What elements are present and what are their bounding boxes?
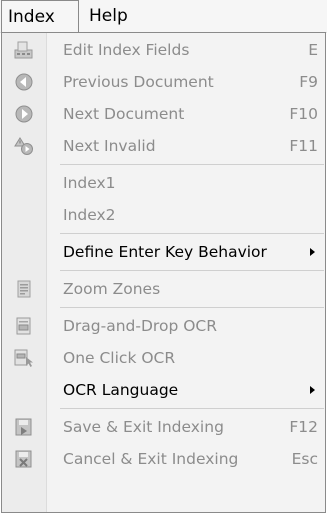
one-click-ocr-icon (14, 349, 34, 367)
menu-item-drag-and-drop-ocr[interactable]: Drag-and-Drop OCR (2, 310, 325, 342)
cancel-exit-icon (14, 450, 34, 468)
drag-drop-ocr-icon (14, 317, 34, 335)
menu-item-label: Next Invalid (63, 137, 156, 155)
zoom-zones-icon (14, 280, 34, 298)
menu-item-save-exit-indexing[interactable]: Save & Exit Indexing F12 (2, 411, 325, 443)
menu-item-label: Drag-and-Drop OCR (63, 317, 218, 335)
menu-separator (60, 408, 324, 409)
menu-help[interactable]: Help (89, 0, 159, 33)
menu-item-label: Index2 (63, 206, 116, 224)
next-icon (14, 105, 34, 123)
menu-item-label: One Click OCR (63, 349, 176, 367)
menu-index[interactable]: Index (1, 0, 79, 33)
menu-item-label: Next Document (63, 105, 185, 123)
menu-item-label: Previous Document (63, 73, 214, 91)
menu-separator (60, 270, 324, 271)
save-exit-icon (14, 418, 34, 436)
menu-item-label: Save & Exit Indexing (63, 418, 224, 436)
menu-item-one-click-ocr[interactable]: One Click OCR (2, 342, 325, 374)
edit-fields-icon (14, 41, 34, 59)
menu-separator (60, 307, 324, 308)
menu-item-index1[interactable]: Index1 (2, 167, 325, 199)
submenu-arrow-icon (310, 248, 315, 256)
index-dropdown-menu: Edit Index Fields E Previous Document F9… (1, 32, 326, 513)
menu-item-cancel-exit-indexing[interactable]: Cancel & Exit Indexing Esc (2, 443, 325, 475)
menu-item-label: Cancel & Exit Indexing (63, 450, 239, 468)
next-invalid-icon (14, 137, 34, 155)
menu-item-label: Zoom Zones (63, 280, 161, 298)
menu-item-shortcut: F9 (299, 73, 318, 91)
menu-item-label: OCR Language (63, 381, 179, 399)
menu-item-label: Define Enter Key Behavior (63, 243, 267, 261)
menu-item-zoom-zones[interactable]: Zoom Zones (2, 273, 325, 305)
menu-item-ocr-language[interactable]: OCR Language (2, 374, 325, 406)
previous-icon (14, 73, 34, 91)
menu-item-shortcut: Esc (291, 450, 318, 468)
menu-item-index2[interactable]: Index2 (2, 199, 325, 231)
submenu-arrow-icon (310, 386, 315, 394)
menu-bar: Index Help (0, 0, 327, 33)
menu-item-define-enter-key-behavior[interactable]: Define Enter Key Behavior (2, 236, 325, 268)
menu-item-shortcut: F10 (289, 105, 318, 123)
menu-item-shortcut: E (308, 41, 318, 59)
menu-item-shortcut: F12 (289, 418, 318, 436)
menu-item-next-document[interactable]: Next Document F10 (2, 98, 325, 130)
menu-separator (60, 233, 324, 234)
menu-separator (60, 164, 324, 165)
menu-item-label: Index1 (63, 174, 116, 192)
menu-item-edit-index-fields[interactable]: Edit Index Fields E (2, 34, 325, 66)
menu-item-shortcut: F11 (289, 137, 318, 155)
menu-item-label: Edit Index Fields (63, 41, 190, 59)
menu-item-next-invalid[interactable]: Next Invalid F11 (2, 130, 325, 162)
menu-item-previous-document[interactable]: Previous Document F9 (2, 66, 325, 98)
